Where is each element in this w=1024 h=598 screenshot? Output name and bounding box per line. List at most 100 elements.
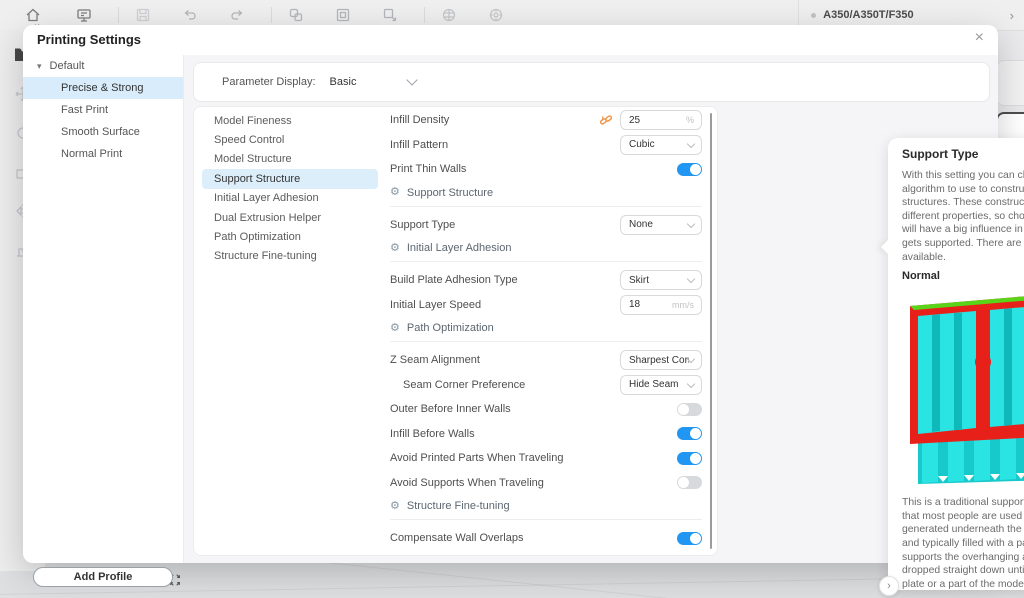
- setting-row-print-thin-walls: Print Thin Walls: [390, 157, 702, 182]
- setting-label: Outer Before Inner Walls: [390, 403, 511, 416]
- z-seam-alignment-select[interactable]: Sharpest Corner: [620, 350, 702, 371]
- setting-row-support-type: Support Type None: [390, 213, 702, 238]
- tree-caret-icon[interactable]: ▾: [37, 61, 42, 72]
- setting-label: Initial Layer Speed: [390, 298, 482, 311]
- avoid-printed-parts-when-traveling-toggle[interactable]: [677, 451, 702, 465]
- chevron-down-icon: [686, 219, 696, 228]
- setting-label: Avoid Supports When Traveling: [390, 476, 544, 489]
- gear-icon: ⚙: [390, 186, 400, 198]
- settings-nav: Model Fineness Speed Control Model Structu…: [202, 111, 378, 266]
- nav-item-support-structure[interactable]: Support Structure: [202, 169, 378, 189]
- nav-item-path-optimization[interactable]: Path Optimization: [202, 227, 378, 246]
- home-icon[interactable]: Home: [24, 6, 53, 31]
- initial-layer-speed-input[interactable]: 18 mm/s: [620, 294, 702, 315]
- nav-item-model-fineness[interactable]: Model Fineness: [202, 111, 378, 130]
- chevron-down-icon: [686, 275, 696, 284]
- setting-label: Infill Density: [390, 114, 450, 127]
- profile-item-normal-print[interactable]: Normal Print: [23, 143, 183, 165]
- setting-label: Seam Corner Preference: [403, 378, 526, 391]
- setting-row-z-seam-alignment: Z Seam Alignment Sharpest Corner: [390, 348, 702, 373]
- tooltip-title: Support Type: [902, 147, 979, 161]
- setting-row-infill-before-walls: Infill Before Walls: [390, 422, 702, 447]
- section-header-support-structure: ⚙ Support Structure: [390, 184, 702, 207]
- section-header-initial-layer-adhesion: ⚙ Initial Layer Adhesion: [390, 239, 702, 262]
- toggle-knob: [678, 477, 689, 489]
- nav-item-model-structure[interactable]: Model Structure: [202, 150, 378, 169]
- nav-item-initial-layer-adhesion[interactable]: Initial Layer Adhesion: [202, 189, 378, 208]
- settings-gear-icon[interactable]: [487, 6, 505, 24]
- transform-icon[interactable]: [381, 6, 399, 24]
- expand-tooltip-button[interactable]: ›: [879, 576, 899, 596]
- profile-item-precise-strong[interactable]: Precise & Strong: [23, 77, 183, 99]
- setting-row-compensate-wall-overlaps: Compensate Wall Overlaps: [390, 526, 702, 551]
- frame-select-icon[interactable]: [334, 6, 352, 24]
- dialog-title: Printing Settings: [37, 32, 141, 47]
- build-plate-adhesion-type-select[interactable]: Skirt: [620, 270, 702, 291]
- select-value: Sharpest Corner: [629, 354, 689, 366]
- chevron-down-icon[interactable]: [406, 74, 419, 86]
- select-value: None: [629, 219, 653, 231]
- setting-label: Build Plate Adhesion Type: [390, 274, 518, 287]
- add-profile-button[interactable]: Add Profile: [33, 567, 173, 587]
- settings-card: Model Fineness Speed Control Model Structu…: [193, 106, 718, 556]
- collapse-right-panel-icon[interactable]: ›: [1010, 8, 1014, 23]
- infill-before-walls-toggle[interactable]: [677, 427, 702, 441]
- setting-row-build-plate-adhesion-type: Build Plate Adhesion Type Skirt: [390, 268, 702, 293]
- setting-label: Support Type: [390, 218, 456, 231]
- profile-item-fast-print[interactable]: Fast Print: [23, 99, 183, 121]
- select-value: Skirt: [629, 274, 649, 286]
- outer-before-inner-walls-toggle[interactable]: [677, 402, 702, 416]
- avoid-supports-when-traveling-toggle[interactable]: [677, 476, 702, 490]
- settings-rows: Infill Density 25% Infill Pattern Cubic Prin…: [390, 108, 702, 551]
- setting-label: Print Thin Walls: [390, 163, 467, 176]
- redo-icon[interactable]: [228, 6, 246, 24]
- input-value: 18: [629, 299, 641, 311]
- setting-row-infill-pattern: Infill Pattern Cubic: [390, 133, 702, 158]
- section-label: Path Optimization: [406, 322, 494, 334]
- select-value: Cubic: [629, 139, 655, 151]
- workspace-icon[interactable]: [75, 6, 93, 24]
- setting-row-avoid-supports-when-traveling: Avoid Supports When Traveling: [390, 471, 702, 496]
- section-label: Support Structure: [406, 186, 494, 199]
- section-label: Initial Layer Adhesion: [406, 242, 512, 254]
- gear-icon: ⚙: [390, 321, 400, 334]
- save-icon[interactable]: [134, 6, 152, 24]
- infill-pattern-select[interactable]: Cubic: [620, 134, 702, 155]
- undo-icon[interactable]: [181, 6, 199, 24]
- profile-list: Precise & Strong Fast Print Smooth Surface…: [23, 77, 183, 165]
- machine-name: A350/A350T/F350: [823, 9, 914, 21]
- settings-scrollbar[interactable]: [710, 113, 712, 549]
- print-thin-walls-toggle[interactable]: [677, 162, 702, 176]
- parameter-display-bar: Parameter Display: Basic: [193, 62, 990, 102]
- profile-group-label: Default: [49, 60, 85, 72]
- infill-density-input[interactable]: 25%: [620, 110, 702, 131]
- section-header-path-optimization: ⚙ Path Optimization: [390, 319, 702, 342]
- section-header-structure-fine-tuning: ⚙ Structure Fine-tuning: [390, 497, 702, 520]
- nav-item-speed-control[interactable]: Speed Control: [202, 130, 378, 149]
- nav-item-structure-fine-tuning[interactable]: Structure Fine-tuning: [202, 247, 378, 266]
- group-icon[interactable]: [287, 6, 305, 24]
- profile-item-smooth-surface[interactable]: Smooth Surface: [23, 121, 183, 143]
- support-type-select[interactable]: None: [620, 214, 702, 235]
- section-label: Structure Fine-tuning: [406, 500, 510, 512]
- setting-row-seam-corner-preference: Seam Corner Preference Hide Seam: [390, 373, 702, 398]
- language-icon[interactable]: [440, 6, 458, 24]
- profile-group-default[interactable]: ▾ Default: [23, 55, 183, 77]
- select-value: Hide Seam: [629, 379, 679, 391]
- parameter-display-label: Parameter Display:: [222, 76, 316, 88]
- setting-label: Infill Pattern: [390, 138, 449, 151]
- gear-icon: ⚙: [390, 499, 400, 512]
- unlink-icon[interactable]: [599, 113, 613, 127]
- setting-row-outer-before-inner-walls: Outer Before Inner Walls: [390, 397, 702, 422]
- setting-label: Avoid Printed Parts When Traveling: [390, 452, 564, 465]
- dialog-body: Parameter Display: Basic Model Fineness S…: [184, 55, 1024, 596]
- close-icon[interactable]: ×: [975, 30, 984, 46]
- input-value: 25: [629, 114, 641, 126]
- compensate-wall-overlaps-toggle[interactable]: [677, 531, 702, 545]
- parameter-display-value[interactable]: Basic: [330, 76, 357, 88]
- seam-corner-preference-select[interactable]: Hide Seam: [620, 374, 702, 395]
- setting-row-infill-density: Infill Density 25%: [390, 108, 702, 133]
- nav-item-dual-extrusion-helper[interactable]: Dual Extrusion Helper: [202, 208, 378, 227]
- tooltip-arrow: [880, 239, 896, 255]
- toggle-knob: [690, 452, 701, 464]
